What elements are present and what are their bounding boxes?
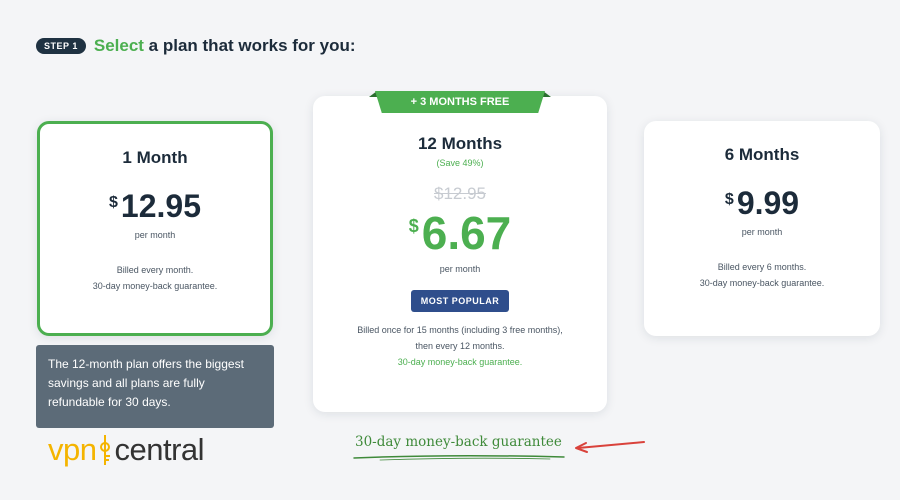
title-rest: a plan that works for you: bbox=[143, 36, 356, 55]
title-accent: Select bbox=[93, 36, 144, 55]
plan-name: 6 Months bbox=[724, 145, 800, 164]
plan-card-6-months[interactable]: 6 Months $ 9.99 per month Billed every 6… bbox=[644, 121, 880, 336]
step-badge: STEP 1 bbox=[36, 38, 86, 54]
price-currency: $ bbox=[109, 194, 118, 211]
price-amount: 12.95 bbox=[120, 188, 201, 224]
guarantee-line: 30-day money-back guarantee. bbox=[397, 357, 523, 367]
billing-info: Billed once for 15 months (including 3 f… bbox=[313, 322, 607, 370]
billing-info: Billed every 6 months. 30-day money-back… bbox=[644, 259, 880, 291]
red-arrow-icon bbox=[575, 441, 645, 453]
key-icon bbox=[100, 435, 111, 465]
price-amount: 9.99 bbox=[736, 185, 800, 221]
logo-text-central: central bbox=[114, 432, 205, 467]
price-currency: $ bbox=[408, 216, 419, 236]
price-period: per month bbox=[439, 264, 481, 274]
underline-stroke bbox=[353, 454, 565, 461]
handwritten-guarantee-note: 30-day money-back guarantee bbox=[355, 434, 562, 450]
plan-price: $ 9.99 bbox=[644, 187, 880, 219]
logo-text-vpn: vpn bbox=[48, 432, 97, 467]
most-popular-badge: MOST POPULAR bbox=[410, 290, 510, 312]
info-callout: The 12-month plan offers the biggest sav… bbox=[36, 345, 274, 428]
plan-card-12-months[interactable]: + 3 MONTHS FREE 12 Months (Save 49%) $12… bbox=[313, 91, 607, 412]
step-header: STEP 1 Select a plan that works for you: bbox=[36, 36, 356, 56]
guarantee-line: 30-day money-back guarantee. bbox=[699, 278, 825, 288]
price-period: per month bbox=[741, 227, 783, 237]
plan-price: $ 6.67 bbox=[313, 210, 607, 256]
plan-name: 12 Months bbox=[417, 134, 503, 153]
billing-line-2: then every 12 months. bbox=[415, 341, 505, 351]
vpncentral-logo: vpn central bbox=[48, 432, 205, 468]
billing-line: Billed once for 15 months (including 3 f… bbox=[357, 325, 563, 335]
plan-name: 1 Month bbox=[122, 148, 188, 167]
old-price: $12.95 bbox=[434, 184, 486, 203]
price-period: per month bbox=[134, 230, 176, 240]
price-currency: $ bbox=[724, 191, 734, 208]
price-amount: 6.67 bbox=[421, 207, 512, 259]
free-months-ribbon: + 3 MONTHS FREE bbox=[375, 91, 545, 113]
billing-info: Billed every month. 30-day money-back gu… bbox=[40, 262, 270, 294]
page-title: Select a plan that works for you: bbox=[94, 36, 356, 56]
plan-price: $ 12.95 bbox=[40, 190, 270, 222]
billing-line: Billed every month. bbox=[116, 265, 194, 275]
guarantee-line: 30-day money-back guarantee. bbox=[92, 281, 218, 291]
billing-line: Billed every 6 months. bbox=[717, 262, 807, 272]
savings-note: (Save 49%) bbox=[436, 158, 484, 168]
plan-card-1-month[interactable]: 1 Month $ 12.95 per month Billed every m… bbox=[37, 121, 273, 336]
